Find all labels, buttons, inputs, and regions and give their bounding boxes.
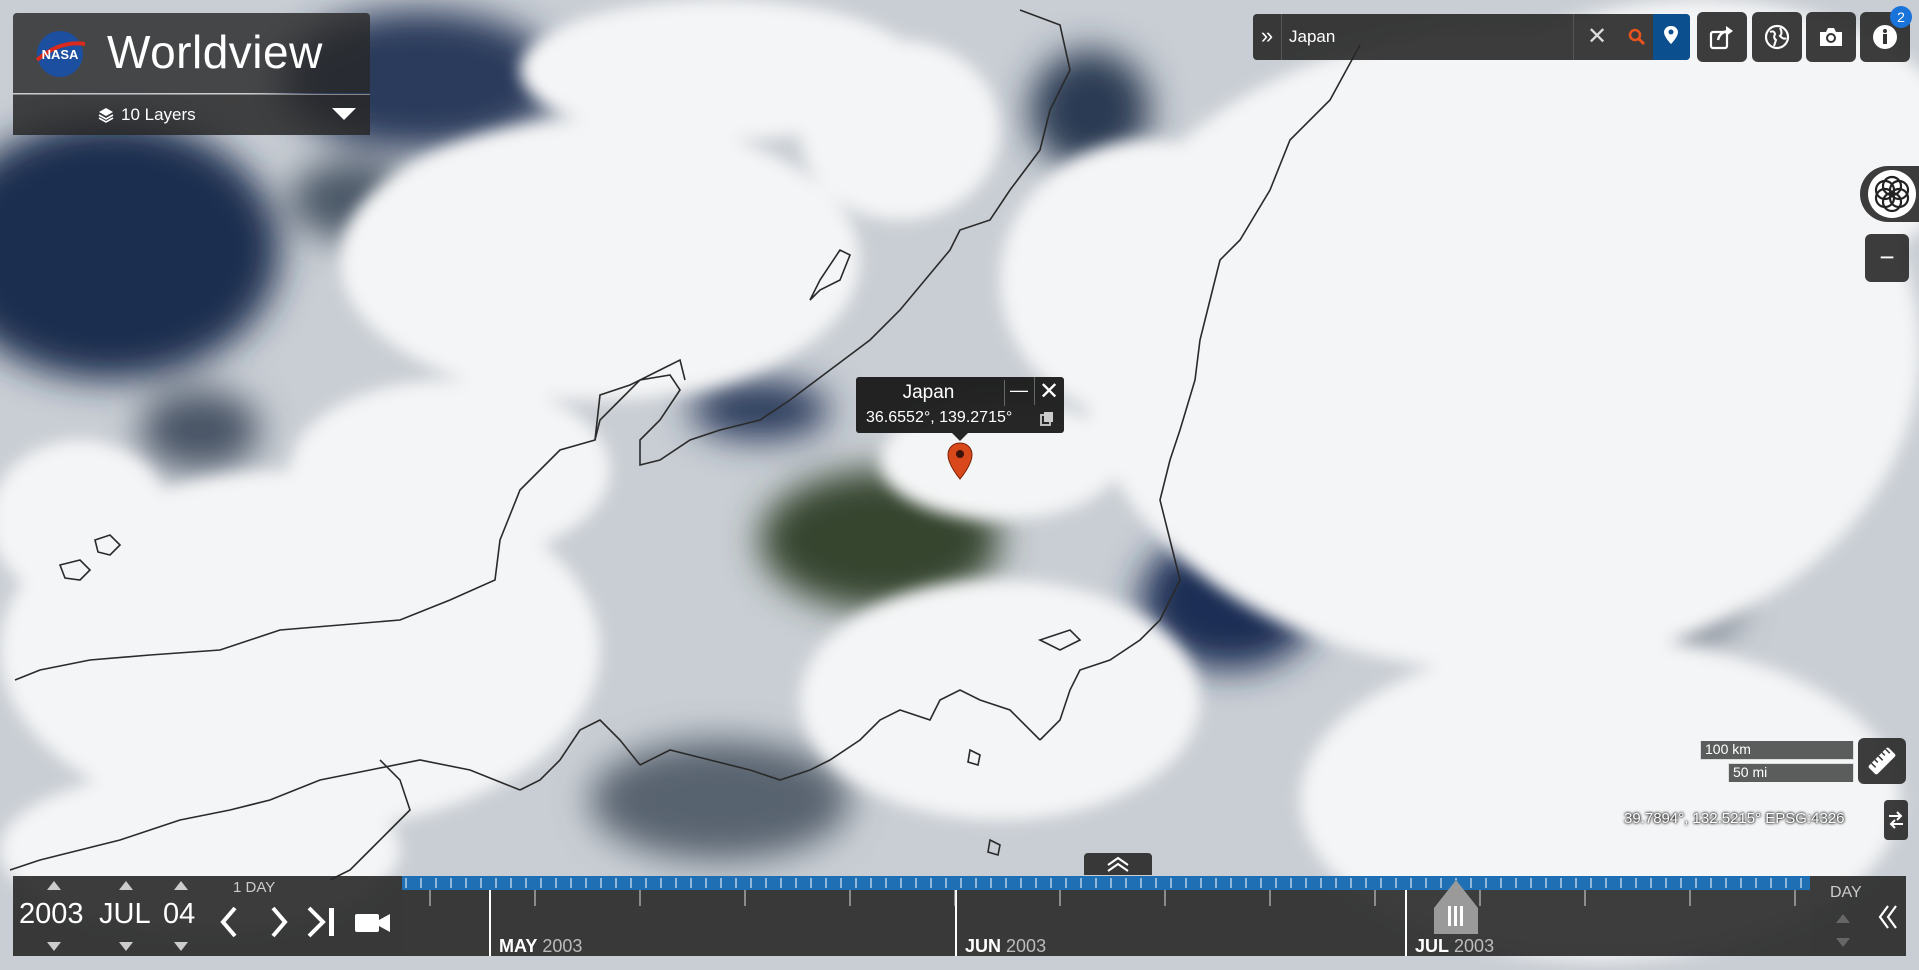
zoom-in-button[interactable] (1860, 166, 1919, 222)
month-down-arrow[interactable] (119, 942, 133, 951)
timeline-ticks (402, 876, 1810, 956)
popup-coordinates: 36.6552°, 139.2715° (866, 409, 1013, 426)
layers-count: 10 Layers (98, 105, 196, 125)
year-down-arrow[interactable] (47, 942, 61, 951)
layers-toggle[interactable]: 10 Layers (13, 94, 370, 135)
swap-icon (1889, 811, 1903, 829)
month-up-arrow[interactable] (119, 881, 133, 890)
collapse-search-button[interactable]: » (1253, 14, 1282, 60)
projection-label: EPSG:4326 (1765, 810, 1845, 827)
notification-badge: 2 (1890, 6, 1912, 28)
layers-icon (98, 108, 114, 123)
skip-to-end-icon[interactable] (305, 904, 339, 940)
nasa-logo: NASA (35, 31, 86, 77)
logo-panel: NASA Worldview (13, 13, 370, 93)
timeline-zoom-panel: DAY (1810, 876, 1906, 956)
timeline[interactable]: MAY 2003 JUN 2003 JUL 2003 (402, 876, 1810, 956)
zoom-in-icon (1868, 170, 1916, 218)
location-search: » ✕ (1253, 14, 1690, 60)
projection-button[interactable] (1752, 12, 1802, 62)
scale-bar-km: 100 km (1700, 741, 1854, 760)
copy-icon[interactable] (1039, 410, 1055, 426)
year-up-arrow[interactable] (47, 881, 61, 890)
video-camera-icon[interactable] (353, 908, 393, 938)
chevron-down-icon[interactable] (332, 108, 356, 120)
clear-search-button[interactable]: ✕ (1573, 14, 1620, 60)
map-pin-icon (1664, 26, 1678, 44)
app-title: Worldview (107, 26, 323, 78)
camera-icon (1820, 28, 1842, 46)
timeline-month-label: JUN 2003 (965, 936, 1047, 956)
interval-label[interactable]: 1 DAY (233, 879, 275, 896)
date-selector: 1 DAY 2003 JUL 04 (13, 876, 402, 956)
info-icon (1873, 25, 1897, 49)
drop-pin-button[interactable] (1653, 14, 1690, 60)
location-popup: Japan — ✕ 36.6552°, 139.2715° (856, 377, 1064, 441)
coordinate-format-toggle[interactable] (1884, 800, 1908, 840)
popup-title: Japan (902, 382, 955, 403)
date-year-input[interactable]: 2003 (19, 898, 84, 931)
coordinate-value: 39.7894°, 132.5215° (1624, 810, 1762, 827)
nasa-logo-text: NASA (42, 47, 79, 62)
day-down-arrow[interactable] (174, 942, 188, 951)
day-up-arrow[interactable] (174, 881, 188, 890)
chevron-up-icon (1107, 856, 1129, 872)
ruler-icon (1868, 747, 1896, 775)
search-icon (1628, 28, 1646, 46)
scale-bar-mi: 50 mi (1728, 763, 1854, 782)
timeline-zoom-level[interactable]: DAY (1830, 884, 1862, 902)
close-icon[interactable]: ✕ (1034, 377, 1063, 405)
timeline-month-label: JUL 2003 (1415, 936, 1495, 956)
collapse-timeline-icon[interactable] (1876, 902, 1900, 932)
search-input[interactable] (1287, 22, 1621, 52)
date-month-input[interactable]: JUL (99, 898, 151, 931)
minimize-popup-button[interactable]: — (1004, 380, 1033, 406)
timeline-date-handle[interactable] (1428, 878, 1484, 936)
zoom-level-down-arrow[interactable] (1836, 938, 1850, 947)
next-date-icon[interactable] (263, 902, 293, 942)
timeline-month-label: MAY 2003 (499, 936, 583, 956)
snapshot-button[interactable] (1806, 12, 1856, 62)
date-day-input[interactable]: 04 (163, 898, 195, 931)
previous-date-icon[interactable] (215, 902, 245, 942)
map-marker-icon[interactable] (946, 441, 974, 481)
info-button[interactable]: 2 (1860, 6, 1912, 62)
timeline-collapse-button[interactable] (1084, 853, 1152, 875)
share-icon (1709, 26, 1733, 50)
search-button[interactable] (1619, 14, 1653, 60)
zoom-level-up-arrow[interactable] (1836, 914, 1850, 923)
share-button[interactable] (1697, 12, 1747, 62)
measure-button[interactable] (1858, 738, 1906, 784)
zoom-out-button[interactable]: − (1865, 234, 1909, 282)
globe-icon (1764, 24, 1790, 50)
cursor-coordinates: 39.7894°, 132.5215° EPSG:4326 (1624, 810, 1845, 827)
layers-count-label: 10 Layers (121, 105, 196, 124)
